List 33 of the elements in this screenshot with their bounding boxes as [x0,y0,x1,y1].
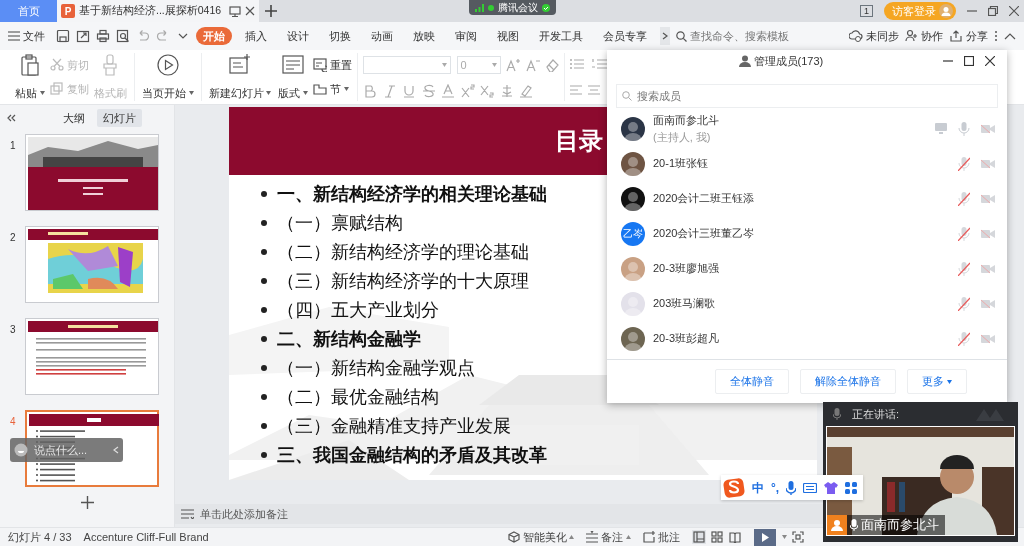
toc-item: 三、我国金融结构的矛盾及其改革 [277,443,547,467]
member-name: 20-1班张钰 [653,156,710,172]
notes-placeholder: 单击此处添加备注 [200,506,288,522]
toc-item: （四）五大产业划分 [277,298,439,322]
toc-item: （一）新结构金融学观点 [277,356,475,380]
slide-number: 1 [10,138,17,153]
toc-item: （三）金融精准支持产业发展 [277,414,511,438]
toc-item: 二、新结构金融学 [277,327,421,351]
slide-number: 4 [10,414,17,429]
avatar: 乙岑 [621,221,645,246]
member-name: 2020会计三班董乙岑 [653,226,756,242]
slide-number: 3 [10,322,17,337]
slide-number: 2 [10,230,17,245]
member-name: 面南而参北斗 [653,113,720,128]
slide-title: 目录 [555,125,603,157]
toc-item: （三）新结构经济学的十大原理 [277,269,529,293]
speaking-label: 正在讲话: [852,406,900,422]
member-role: (主持人, 我) [653,129,712,145]
toc-item: （二）新结构经济学的理论基础 [277,240,529,264]
toc-item: （二）最优金融结构 [277,385,439,409]
speaker-name: 面南而参北斗 [860,516,939,535]
member-name: 2020会计二班王钰添 [653,191,756,207]
theme-name: Accenture Cliff-Full Brand [83,529,209,545]
font-size-value: 0 [460,58,467,73]
slide-counter: 幻灯片 4 / 33 [8,529,72,545]
member-name: 203班马澜歌 [653,296,717,312]
toc-item: （一）禀赋结构 [277,211,403,235]
meeting-name: 腾讯会议 [498,1,538,15]
panel-title: 管理成员(173) [753,53,824,69]
member-name: 20-3班廖旭强 [653,261,721,277]
toc-item: 一、新结构经济学的相关理论基础 [277,182,547,206]
presentation-icon: P [61,4,75,18]
member-name: 20-3班彭超凡 [653,331,721,347]
